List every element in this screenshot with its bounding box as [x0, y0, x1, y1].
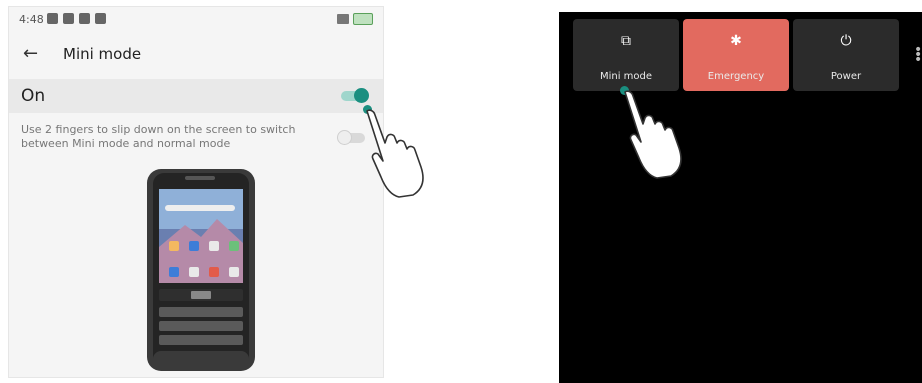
battery-icon	[353, 13, 373, 25]
shield-icon	[63, 13, 74, 24]
system-icons	[337, 13, 373, 25]
status-bar: 4:48	[9, 7, 383, 33]
notification-icons	[47, 13, 106, 24]
mini-mode-toggle[interactable]	[341, 88, 369, 103]
two-finger-description: Use 2 fingers to slip down on the screen…	[21, 123, 296, 150]
gear-icon	[47, 13, 58, 24]
toggle-knob	[337, 130, 352, 145]
phone-illustration	[147, 169, 255, 371]
on-label: On	[21, 86, 46, 106]
copy-icon: ⧉	[621, 33, 631, 49]
toggle-knob	[354, 88, 369, 103]
mini-mode-settings-screen: 4:48 ← Mini mode On Use 2 fingers to sli…	[8, 6, 424, 378]
mini-mode-on-row[interactable]: On	[9, 79, 383, 113]
tile-label: Power	[830, 71, 862, 82]
tile-label: Emergency	[707, 71, 765, 82]
sim-icon	[95, 13, 106, 24]
signal-icon	[337, 14, 349, 24]
power-menu-screen: ⧉ Mini mode ✱ Emergency ⏻ Power • • •	[559, 12, 922, 383]
page-title: Mini mode	[63, 45, 142, 63]
hand-pointer-icon	[624, 90, 682, 179]
photo-icon	[79, 13, 90, 24]
tile-label: Mini mode	[599, 71, 653, 82]
arrow-left-icon[interactable]: ←	[23, 43, 38, 64]
asterisk-icon: ✱	[730, 33, 742, 49]
status-time: 4:48	[19, 13, 44, 26]
more-vertical-icon[interactable]: • • •	[914, 43, 922, 67]
mini-mode-tile[interactable]: ⧉ Mini mode	[573, 19, 679, 91]
power-tile[interactable]: ⏻ Power	[793, 19, 899, 91]
hand-pointer-icon	[366, 109, 424, 198]
emergency-tile[interactable]: ✱ Emergency	[683, 19, 789, 91]
power-icon: ⏻	[840, 33, 852, 49]
